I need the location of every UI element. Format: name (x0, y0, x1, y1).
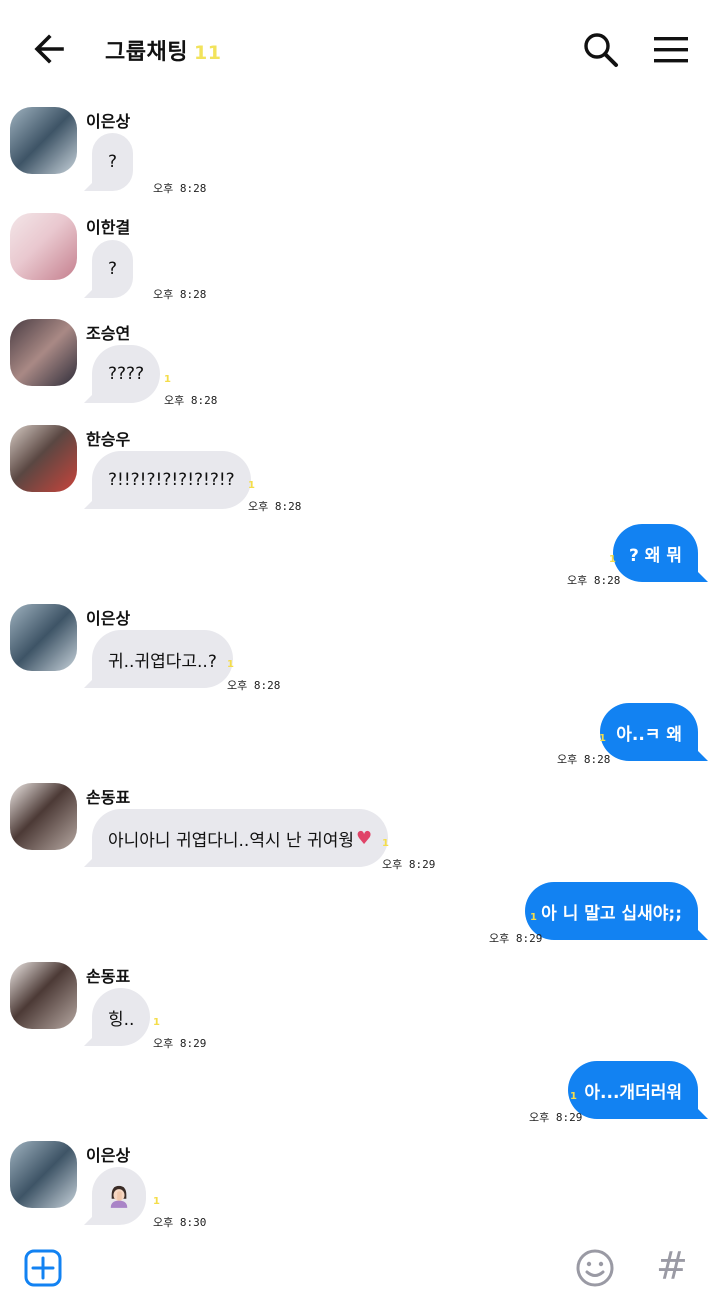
message-bubble[interactable]: 귀..귀엽다고..? (92, 630, 233, 688)
sender-name: 조승연 (86, 324, 131, 343)
chat-title-text: 그룹채팅 (105, 40, 188, 65)
back-arrow-icon[interactable] (30, 28, 72, 70)
message-bubble[interactable]: ???? (92, 345, 161, 403)
message-time: 오후 8:28 (248, 500, 302, 513)
sender-name: 손동표 (86, 967, 131, 986)
message-time: 오후 8:29 (529, 1111, 583, 1124)
message-time: 오후 8:29 (489, 932, 543, 945)
my-message-bubble[interactable]: 아..ㅋ 왜 (600, 703, 698, 761)
person-facepalm-emoji-icon (110, 1185, 128, 1208)
member-count: 11 (193, 42, 222, 64)
message-time: 오후 8:28 (153, 288, 207, 301)
avatar[interactable] (10, 962, 77, 1029)
avatar[interactable] (10, 107, 77, 174)
message-time: 오후 8:28 (164, 394, 218, 407)
unread-count: 1 (248, 480, 255, 491)
message-bubble[interactable] (92, 1167, 146, 1225)
unread-count: 1 (227, 659, 234, 670)
my-message-bubble[interactable]: 아...개더러워 (568, 1061, 698, 1119)
message-bubble[interactable]: ? (92, 240, 134, 298)
avatar[interactable] (10, 213, 77, 280)
unread-count: 1 (382, 838, 389, 849)
message-bubble[interactable]: ?!!?!?!?!?!?!?!? (92, 451, 251, 509)
avatar[interactable] (10, 783, 77, 850)
avatar[interactable] (10, 1141, 77, 1208)
hash-icon[interactable]: # (656, 1244, 688, 1288)
unread-count: 1 (153, 1196, 160, 1207)
message-bubble[interactable]: ? (92, 133, 134, 191)
my-message-bubble[interactable]: 아 니 말고 십새야;; (525, 882, 698, 940)
sender-name: 이은상 (86, 1146, 131, 1165)
message-time: 오후 8:30 (153, 1216, 207, 1229)
sender-name: 이은상 (86, 609, 131, 628)
message-text: 아니아니 귀엽다니..역시 난 귀여웡 (108, 830, 354, 851)
unread-count: 1 (599, 733, 606, 744)
smiley-icon[interactable] (575, 1248, 615, 1288)
avatar[interactable] (10, 319, 77, 386)
sender-name: 이은상 (86, 112, 131, 131)
avatar[interactable] (10, 425, 77, 492)
sender-name: 이한결 (86, 218, 131, 237)
chat-title: 그룹채팅 11 (105, 34, 221, 66)
unread-count: 1 (570, 1091, 577, 1102)
hamburger-menu-icon[interactable] (650, 30, 692, 70)
unread-count: 1 (609, 554, 616, 565)
my-message-bubble[interactable]: ? 왜 뭐 (613, 524, 698, 582)
avatar[interactable] (10, 604, 77, 671)
heart-emoji-icon: ♥ (355, 827, 373, 849)
input-bar: # (0, 1236, 720, 1309)
unread-count: 1 (164, 374, 171, 385)
unread-count: 1 (530, 912, 537, 923)
message-bubble[interactable]: 힝.. (92, 988, 151, 1046)
message-time: 오후 8:28 (557, 753, 611, 766)
unread-count: 1 (153, 1017, 160, 1028)
search-icon[interactable] (580, 29, 622, 71)
message-time: 오후 8:29 (382, 858, 436, 871)
sender-name: 손동표 (86, 788, 131, 807)
message-time: 오후 8:28 (227, 679, 281, 692)
plus-box-icon[interactable] (24, 1249, 62, 1287)
sender-name: 한승우 (86, 430, 131, 449)
chat-header: 그룹채팅 11 (0, 0, 720, 98)
message-time: 오후 8:29 (153, 1037, 207, 1050)
message-bubble[interactable]: 아니아니 귀엽다니..역시 난 귀여웡 ♥ (92, 809, 389, 867)
message-time: 오후 8:28 (567, 574, 621, 587)
message-time: 오후 8:28 (153, 182, 207, 195)
